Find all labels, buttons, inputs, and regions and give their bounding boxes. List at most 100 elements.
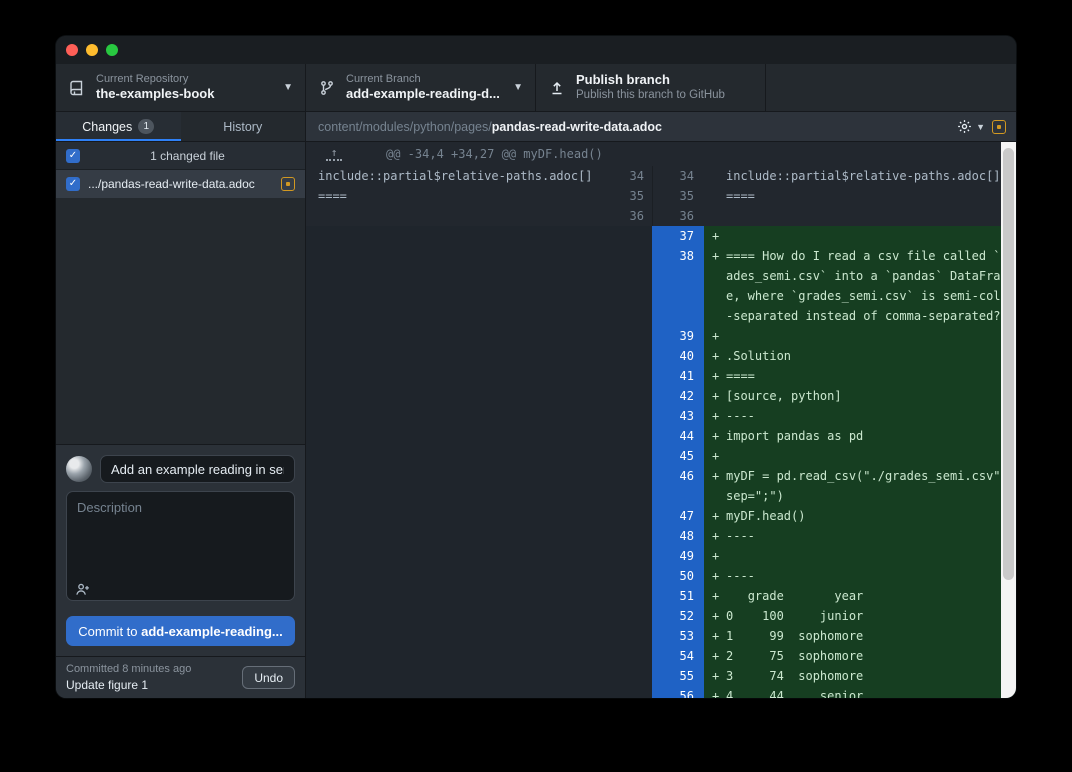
diff-new-line-number[interactable]: 41 bbox=[652, 366, 704, 386]
diff-old-line-number[interactable] bbox=[618, 606, 652, 626]
diff-line-text: ==== How do I read a csv file called `gr… bbox=[726, 246, 1015, 326]
diff-row[interactable]: 50+---- bbox=[306, 566, 1016, 586]
diff-row[interactable]: ====3535==== bbox=[306, 186, 1016, 206]
diff-new-line-number[interactable]: 36 bbox=[652, 206, 704, 226]
chevron-down-icon: ▼ bbox=[513, 82, 523, 93]
diff-new-line-number[interactable]: 52 bbox=[652, 606, 704, 626]
diff-old-line-number[interactable] bbox=[618, 506, 652, 526]
diff-line-content: +==== bbox=[704, 366, 1016, 386]
diff-row[interactable]: 46+myDF = pd.read_csv("./grades_semi.csv… bbox=[306, 466, 1016, 506]
tab-history[interactable]: History bbox=[181, 112, 306, 141]
diff-row[interactable]: 3636 bbox=[306, 206, 1016, 226]
diff-row[interactable]: 43+---- bbox=[306, 406, 1016, 426]
current-branch-dropdown[interactable]: Current Branch add-example-reading-d... … bbox=[306, 64, 536, 111]
file-checkbox[interactable]: ✓ bbox=[66, 177, 80, 191]
diff-line-text: ---- bbox=[726, 526, 1015, 546]
undo-commit-button[interactable]: Undo bbox=[242, 666, 295, 689]
diff-old-line-number[interactable] bbox=[618, 466, 652, 506]
diff-row[interactable]: 53+1 99 sophomore bbox=[306, 626, 1016, 646]
diff-old-line-number[interactable] bbox=[618, 446, 652, 466]
diff-plus-marker: + bbox=[704, 526, 726, 546]
diff-row[interactable]: 52+0 100 junior bbox=[306, 606, 1016, 626]
commit-button[interactable]: Commit to add-example-reading... bbox=[66, 616, 295, 646]
diff-old-line-number[interactable]: 34 bbox=[618, 166, 652, 186]
add-coauthor-icon[interactable] bbox=[75, 582, 90, 597]
diff-row[interactable]: 48+---- bbox=[306, 526, 1016, 546]
diff-old-line-number[interactable] bbox=[618, 626, 652, 646]
current-repository-dropdown[interactable]: Current Repository the-examples-book ▼ bbox=[56, 64, 306, 111]
diff-old-line-number[interactable] bbox=[618, 646, 652, 666]
diff-row[interactable]: 55+3 74 sophomore bbox=[306, 666, 1016, 686]
diff-old-line-number[interactable] bbox=[618, 566, 652, 586]
diff-new-line-number[interactable]: 42 bbox=[652, 386, 704, 406]
diff-new-line-number[interactable]: 53 bbox=[652, 626, 704, 646]
diff-new-line-number[interactable]: 56 bbox=[652, 686, 704, 698]
diff-old-line-number[interactable] bbox=[618, 386, 652, 406]
commit-summary-input[interactable] bbox=[100, 455, 295, 483]
select-all-checkbox[interactable]: ✓ bbox=[66, 149, 80, 163]
upload-icon bbox=[548, 80, 566, 96]
commit-description-input[interactable] bbox=[66, 491, 295, 601]
diff-old-line-number[interactable] bbox=[618, 346, 652, 366]
diff-old-line-number[interactable] bbox=[618, 326, 652, 346]
diff-new-line-number[interactable]: 54 bbox=[652, 646, 704, 666]
diff-options-button[interactable]: ▼ bbox=[957, 119, 985, 134]
diff-row[interactable]: 45+ bbox=[306, 446, 1016, 466]
diff-old-line-number[interactable] bbox=[618, 686, 652, 698]
diff-old-line-number[interactable] bbox=[618, 246, 652, 326]
diff-new-line-number[interactable]: 39 bbox=[652, 326, 704, 346]
diff-row[interactable]: 54+2 75 sophomore bbox=[306, 646, 1016, 666]
diff-new-line-number[interactable]: 51 bbox=[652, 586, 704, 606]
diff-new-line-number[interactable]: 40 bbox=[652, 346, 704, 366]
diff-new-line-number[interactable]: 37 bbox=[652, 226, 704, 246]
diff-new-line-number[interactable]: 50 bbox=[652, 566, 704, 586]
diff-row[interactable]: 40+.Solution bbox=[306, 346, 1016, 366]
file-row[interactable]: ✓ .../pandas-read-write-data.adoc bbox=[56, 170, 305, 198]
close-window-button[interactable] bbox=[66, 44, 78, 56]
sidebar-tabs: Changes 1 History bbox=[56, 112, 305, 142]
tab-changes[interactable]: Changes 1 bbox=[56, 112, 181, 141]
file-path-bar: content/modules/python/pages/pandas-read… bbox=[306, 112, 1016, 142]
commit-summary-row bbox=[66, 455, 295, 483]
diff-row[interactable]: 44+import pandas as pd bbox=[306, 426, 1016, 446]
diff-old-line-number[interactable] bbox=[618, 526, 652, 546]
diff-row[interactable]: 42+[source, python] bbox=[306, 386, 1016, 406]
diff-old-line-number[interactable]: 35 bbox=[618, 186, 652, 206]
diff-new-line-number[interactable]: 55 bbox=[652, 666, 704, 686]
repo-icon bbox=[68, 80, 86, 96]
minimize-window-button[interactable] bbox=[86, 44, 98, 56]
publish-branch-button[interactable]: Publish branch Publish this branch to Gi… bbox=[536, 64, 766, 111]
zoom-window-button[interactable] bbox=[106, 44, 118, 56]
diff-row[interactable]: 49+ bbox=[306, 546, 1016, 566]
diff-new-line-number[interactable]: 43 bbox=[652, 406, 704, 426]
diff-row[interactable]: 38+==== How do I read a csv file called … bbox=[306, 246, 1016, 326]
diff-new-line-number[interactable]: 45 bbox=[652, 446, 704, 466]
diff-new-line-number[interactable]: 49 bbox=[652, 546, 704, 566]
diff-old-line-number[interactable] bbox=[618, 366, 652, 386]
diff-new-line-number[interactable]: 46 bbox=[652, 466, 704, 506]
diff-old-line-number[interactable] bbox=[618, 666, 652, 686]
diff-new-line-number[interactable]: 44 bbox=[652, 426, 704, 446]
diff-old-line-number[interactable] bbox=[618, 546, 652, 566]
diff-old-line-number[interactable] bbox=[618, 426, 652, 446]
expand-hunk-icon[interactable]: ↑ bbox=[326, 148, 342, 161]
diff-new-line-number[interactable]: 47 bbox=[652, 506, 704, 526]
diff-scrollbar-thumb[interactable] bbox=[1003, 148, 1014, 580]
diff-row[interactable]: 56+4 44 senior bbox=[306, 686, 1016, 698]
diff-plus-marker: + bbox=[704, 686, 726, 698]
diff-old-line-number[interactable] bbox=[618, 226, 652, 246]
diff-new-line-number[interactable]: 34 bbox=[652, 166, 704, 186]
diff-row[interactable]: include::partial$relative-paths.adoc[]34… bbox=[306, 166, 1016, 186]
diff-old-line-number[interactable] bbox=[618, 406, 652, 426]
diff-row[interactable]: 37+ bbox=[306, 226, 1016, 246]
diff-row[interactable]: 41+==== bbox=[306, 366, 1016, 386]
diff-new-line-number[interactable]: 38 bbox=[652, 246, 704, 326]
diff-row[interactable]: 39+ bbox=[306, 326, 1016, 346]
diff-old-line-number[interactable]: 36 bbox=[618, 206, 652, 226]
diff-row[interactable]: 51+ grade year bbox=[306, 586, 1016, 606]
diff-new-line-number[interactable]: 35 bbox=[652, 186, 704, 206]
diff-new-line-number[interactable]: 48 bbox=[652, 526, 704, 546]
diff-scrollbar[interactable] bbox=[1001, 142, 1016, 698]
diff-row[interactable]: 47+myDF.head() bbox=[306, 506, 1016, 526]
diff-old-line-number[interactable] bbox=[618, 586, 652, 606]
